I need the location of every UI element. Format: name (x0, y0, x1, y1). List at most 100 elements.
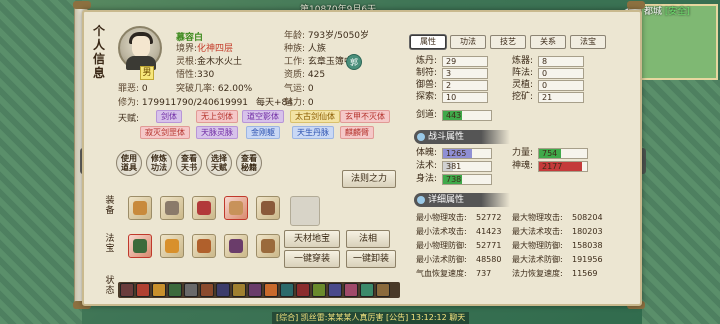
talent-tag[interactable]: 天生丹脉 (292, 126, 334, 139)
talent-tag[interactable]: 金刚躯 (246, 126, 280, 139)
talent-tag[interactable]: 寂灭剑罡体 (140, 126, 190, 139)
equipment-slot[interactable] (192, 234, 216, 258)
talent-tag[interactable]: 麒麟臂 (340, 126, 374, 139)
map-background-right (642, 80, 720, 324)
talent-tag[interactable]: 道空影体 (242, 110, 284, 123)
root-row: 灵根:金木水火土 (176, 57, 243, 67)
attr-value: 0 (538, 68, 584, 79)
combat-label: 体魄: (416, 148, 438, 158)
tab-3[interactable]: 关系 (530, 35, 566, 49)
status-effect-icon[interactable] (136, 283, 150, 297)
rule-power-button[interactable]: 法则之力 (342, 170, 396, 188)
status-effect-icon[interactable] (120, 283, 134, 297)
detail-value: 52772 (476, 213, 502, 222)
circle-action-button[interactable]: 修炼 功法 (146, 150, 172, 176)
breakthrough-value: 62.00% (217, 84, 253, 94)
job-row: 工作: 玄章玉簿中 (284, 57, 353, 67)
talent-tag[interactable]: 太古剑仙体 (290, 110, 340, 123)
detail-label: 最小法术攻击: (416, 227, 467, 236)
luck-row: 气运: 0 (284, 84, 314, 94)
circle-label-top: 使用 (121, 154, 137, 163)
attr-label: 探索: (416, 92, 438, 102)
realm-row: 境界:化神四层 (176, 44, 234, 54)
status-effect-icon[interactable] (312, 283, 326, 297)
tab-4[interactable]: 法宝 (570, 35, 606, 49)
combine-button[interactable]: 法相 (346, 230, 390, 248)
detail-header: 详细属性 (414, 193, 510, 207)
circle-action-button[interactable]: 选择 天赋 (206, 150, 232, 176)
status-effect-icon[interactable] (328, 283, 342, 297)
detail-header-text: 详细属性 (428, 195, 465, 205)
status-effect-icon[interactable] (168, 283, 182, 297)
equipment-item-icon (229, 201, 243, 215)
detail-label: 最小物理攻击: (416, 213, 467, 222)
sword-label: 剑道: (416, 110, 438, 120)
equipment-slot[interactable] (256, 196, 280, 220)
charm-row: 魅力: 0 (284, 98, 314, 108)
status-effect-icon[interactable] (360, 283, 374, 297)
combat-value: 754 (542, 149, 558, 158)
status-effect-icon[interactable] (376, 283, 390, 297)
detail-value: 158038 (572, 241, 603, 250)
tab-1[interactable]: 功法 (450, 35, 486, 49)
status-effect-icon[interactable] (216, 283, 230, 297)
tab-2[interactable]: 技艺 (490, 35, 526, 49)
attr-label: 挖矿: (512, 92, 534, 102)
detail-value: 508204 (572, 213, 603, 222)
cultivation-row: 修为: 179911790/240619991 (118, 98, 249, 108)
equipment-item-icon (261, 201, 275, 215)
status-effect-icon[interactable] (200, 283, 214, 297)
status-effect-icon[interactable] (264, 283, 278, 297)
equipment-slot[interactable] (160, 196, 184, 220)
attr-label: 炼器: (512, 56, 534, 66)
status-effect-icon[interactable] (152, 283, 166, 297)
tab-0[interactable]: 属性 (410, 35, 446, 49)
detail-value: 41423 (476, 227, 502, 236)
sect-badge[interactable]: 郭 (346, 54, 362, 70)
equipment-slot[interactable] (128, 234, 152, 258)
status-effect-icon[interactable] (232, 283, 246, 297)
status-effect-icon[interactable] (296, 283, 310, 297)
talent-tag[interactable]: 天脉灵脉 (196, 126, 238, 139)
insight-row: 悟性:330 (176, 70, 215, 80)
talent-tag[interactable]: 无上剑体 (196, 110, 238, 123)
combat-value: 1265 (446, 149, 467, 158)
talents-label: 天赋: (118, 114, 140, 124)
equipment-slot[interactable] (256, 234, 280, 258)
treasure-slot[interactable] (290, 196, 320, 226)
chat-bar[interactable]: [综合] 凯丝雷:某某某人真厉害 [公告] 13:12:12 聊天 (272, 312, 470, 324)
game-stage: { "top_bar": {"date": "第10870年9月6天"}, "m… (0, 0, 720, 324)
equipment-slot[interactable] (224, 196, 248, 220)
status-effect-icon[interactable] (248, 283, 262, 297)
age-row: 年龄: 793岁/5050岁 (284, 31, 370, 41)
talent-tag[interactable]: 玄甲不灭体 (340, 110, 390, 123)
equipment-slot[interactable] (128, 196, 152, 220)
one-click-unequip-button[interactable]: 一键卸装 (346, 250, 396, 268)
sin-value: 0 (141, 84, 148, 94)
detail-label: 最大法术攻击: (512, 227, 563, 236)
equipment-item-icon (165, 201, 179, 215)
rod-cap-top (627, 1, 645, 9)
combat-bar: 754 (538, 148, 588, 159)
status-effect-icon[interactable] (344, 283, 358, 297)
safe-status: [安全] (664, 7, 690, 17)
detail-value: 11569 (572, 269, 598, 278)
attr-label: 制符: (416, 68, 438, 78)
status-effect-icon[interactable] (280, 283, 294, 297)
one-click-equip-button[interactable]: 一键穿装 (284, 250, 340, 268)
treasure-button[interactable]: 天材地宝 (284, 230, 340, 248)
equipment-slot[interactable] (160, 234, 184, 258)
circle-action-button[interactable]: 查看 天书 (176, 150, 202, 176)
charm-value: 0 (307, 98, 314, 108)
equipment-slot[interactable] (192, 196, 216, 220)
status-effect-icon[interactable] (184, 283, 198, 297)
talent-tag[interactable]: 剑体 (156, 110, 182, 123)
equipment-slot[interactable] (224, 234, 248, 258)
aptitude-value: 425 (307, 70, 326, 80)
circle-action-button[interactable]: 查看 秘籍 (236, 150, 262, 176)
circle-action-button[interactable]: 使用 道具 (116, 150, 142, 176)
attr-label: 御兽: (416, 80, 438, 90)
equipment-item-icon (229, 239, 243, 253)
equipment-item-icon (261, 239, 275, 253)
equipment-item-icon (133, 239, 147, 253)
